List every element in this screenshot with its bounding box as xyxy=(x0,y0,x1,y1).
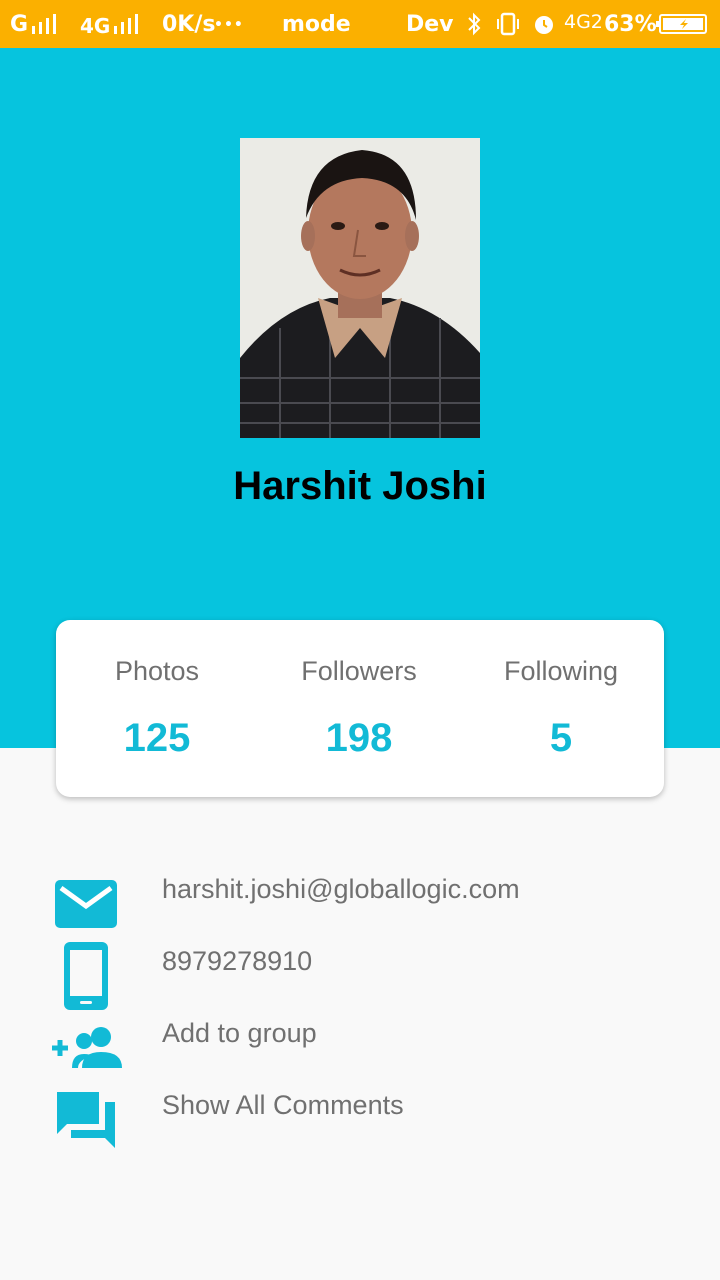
avatar xyxy=(240,138,480,438)
add-group-row[interactable]: Add to group xyxy=(0,1010,720,1082)
comments-text: Show All Comments xyxy=(162,1090,404,1120)
more-dots: ••• xyxy=(214,17,244,33)
network-speed: 0K/s xyxy=(162,12,216,37)
status-bar: G 4G 0K/s ••• mode Dev 4G2 63% xyxy=(0,0,720,48)
mail-icon xyxy=(55,880,117,928)
mode-text: mode xyxy=(282,12,351,37)
email-row[interactable]: harshit.joshi@globallogic.com xyxy=(0,866,720,938)
bluetooth-icon xyxy=(468,12,481,36)
stat-label: Followers xyxy=(301,656,417,686)
phone-text: 8979278910 xyxy=(162,946,313,976)
battery-percent: 63% xyxy=(604,12,657,37)
stat-label: Photos xyxy=(114,656,200,686)
phone-icon xyxy=(64,942,108,1010)
signal-bars-icon xyxy=(32,14,56,34)
signal-sim2: 4G xyxy=(80,14,111,38)
stat-value: 5 xyxy=(549,716,573,760)
add-group-icon xyxy=(52,1027,122,1068)
signal-bars-icon xyxy=(114,14,138,34)
alarm-icon xyxy=(535,16,553,34)
stat-value: 198 xyxy=(325,716,393,760)
network-type: 4G2 xyxy=(564,11,603,33)
vibrate-icon xyxy=(497,12,519,36)
comments-icon xyxy=(57,1092,115,1148)
stat-value: 125 xyxy=(123,716,191,760)
phone-row[interactable]: 8979278910 xyxy=(0,938,720,1010)
add-group-text: Add to group xyxy=(162,1018,317,1048)
signal-sim1: G xyxy=(10,12,29,37)
stats-card: Photos 125 Followers 198 Following 5 xyxy=(56,620,664,797)
profile-name: Harshit Joshi xyxy=(233,464,487,508)
battery-icon xyxy=(656,14,707,34)
dev-text: Dev xyxy=(406,12,454,37)
comments-row[interactable]: Show All Comments xyxy=(0,1082,720,1154)
email-text: harshit.joshi@globallogic.com xyxy=(162,874,520,904)
stat-label: Following xyxy=(503,656,619,686)
